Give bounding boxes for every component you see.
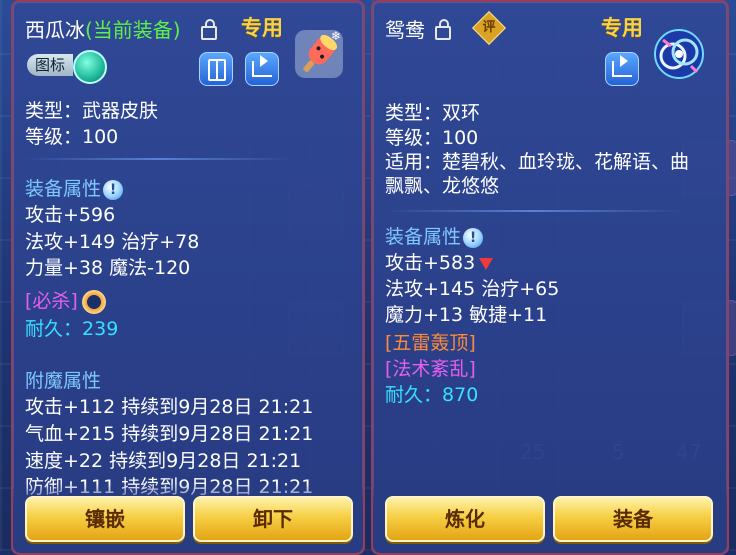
- wardrobe-button[interactable]: [199, 52, 233, 86]
- durability-value: 870: [442, 384, 479, 406]
- applicable-line: 飘飘、龙悠悠: [385, 175, 500, 197]
- current-equip-status: (当前装备): [85, 18, 181, 42]
- share-button[interactable]: [605, 52, 639, 86]
- section-equip-attrs: 装备属性!: [385, 224, 484, 250]
- item-name: 西瓜冰: [25, 18, 85, 42]
- level-line: 等级：100: [385, 127, 479, 149]
- exclusive-label: 专用: [241, 16, 283, 40]
- attack-line: 攻击+583: [385, 250, 494, 276]
- info-icon[interactable]: !: [463, 227, 484, 248]
- info-icon[interactable]: !: [103, 179, 124, 200]
- special-tag[interactable]: [五雷轰顶]: [385, 330, 476, 356]
- divider: [23, 158, 293, 160]
- down-arrow-icon: [479, 257, 494, 270]
- attack-value: 攻击+583: [385, 252, 476, 274]
- icon-toggle-label: 图标: [27, 54, 73, 76]
- durability-line: 耐久：870: [385, 382, 478, 408]
- special-tag-line: [必杀]: [25, 288, 106, 314]
- eval-badge-icon[interactable]: 评: [472, 11, 506, 45]
- durability-label: 耐久：: [385, 384, 443, 406]
- special-tag[interactable]: [法术紊乱]: [385, 356, 476, 382]
- enchant-line: 速度+22 持续到9月28日 21:21: [25, 450, 302, 472]
- crit-skill-icon[interactable]: [81, 289, 106, 314]
- type-line: 类型：双环: [385, 102, 481, 124]
- item-title: 西瓜冰(当前装备): [25, 14, 181, 43]
- attr-line: 魔力+13 敏捷+11: [385, 304, 548, 326]
- enchant-line: 攻击+112 持续到9月28日 21:21: [25, 396, 314, 418]
- refine-button[interactable]: 炼化: [385, 496, 545, 542]
- type-line: 类型：武器皮肤: [25, 100, 159, 122]
- twin-rings-item-icon[interactable]: [651, 26, 707, 82]
- inlay-button[interactable]: 镶嵌: [25, 496, 185, 542]
- lock-icon[interactable]: [201, 19, 217, 40]
- durability-line: 耐久：239: [25, 316, 118, 342]
- current-equipment-panel: 西瓜冰(当前装备) 专用 图标 ❄ 类型：武器皮肤 等级：100 装备属性! 攻…: [11, 0, 365, 555]
- section-title: 装备属性: [385, 226, 462, 248]
- section-enchant: 附魔属性: [25, 370, 102, 392]
- compare-equipment-panel: 鸳鸯 评 专用 类型：双环 等级：100 适用：楚碧秋、血玲珑、花解语、曲 飘飘…: [371, 0, 729, 555]
- eval-badge-label: 评: [482, 20, 496, 35]
- durability-label: 耐久：: [25, 318, 83, 340]
- attr-line: 力量+38 魔法-120: [25, 257, 191, 279]
- level-line: 等级：100: [25, 126, 119, 148]
- attr-line: 法攻+145 治疗+65: [385, 278, 560, 300]
- share-icon: [252, 55, 272, 77]
- special-tag[interactable]: [必杀]: [25, 290, 78, 312]
- equip-button[interactable]: 装备: [553, 496, 713, 542]
- wardrobe-icon: [208, 59, 226, 81]
- share-icon: [612, 55, 632, 77]
- lock-icon[interactable]: [435, 19, 451, 40]
- enchant-line: 气血+215 持续到9月28日 21:21: [25, 423, 314, 445]
- divider: [383, 210, 683, 212]
- exclusive-label: 专用: [601, 16, 643, 40]
- attr-line: 法攻+149 治疗+78: [25, 231, 200, 253]
- section-title: 装备属性: [25, 178, 102, 200]
- popsicle-item-icon[interactable]: ❄: [291, 26, 347, 82]
- unequip-button[interactable]: 卸下: [193, 496, 353, 542]
- share-button[interactable]: [245, 52, 279, 86]
- item-name: 鸳鸯: [385, 18, 425, 42]
- icon-toggle-switch[interactable]: [73, 50, 107, 84]
- svg-text:❄: ❄: [331, 29, 341, 43]
- attr-line: 攻击+596: [25, 204, 116, 226]
- applicable-line: 适用：楚碧秋、血玲珑、花解语、曲: [385, 151, 690, 173]
- durability-value: 239: [82, 318, 119, 340]
- section-equip-attrs: 装备属性!: [25, 176, 124, 202]
